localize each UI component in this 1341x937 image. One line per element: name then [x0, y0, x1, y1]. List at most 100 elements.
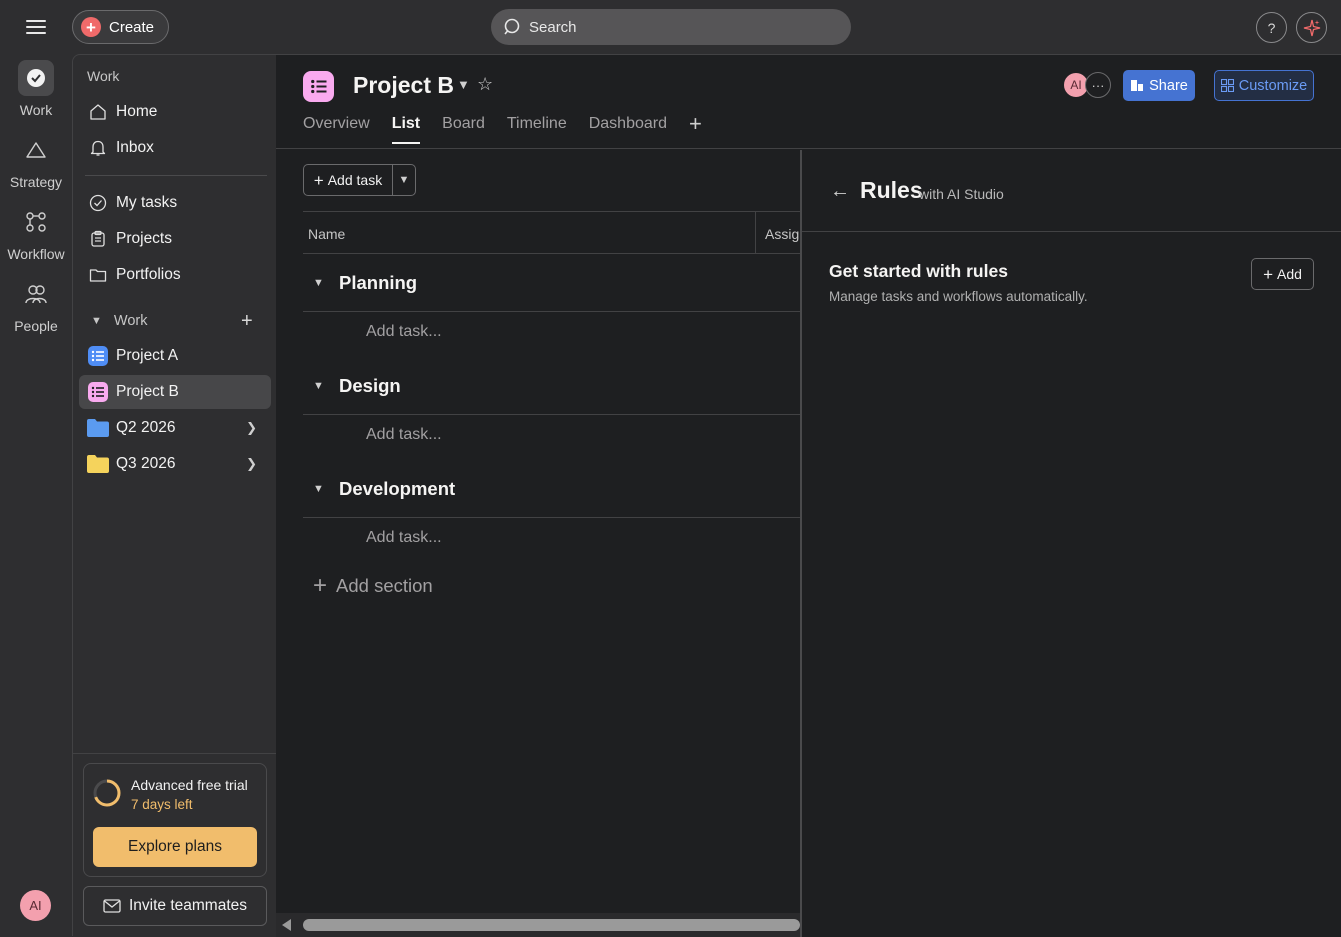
- create-button[interactable]: + Create: [72, 10, 169, 44]
- add-task-inline[interactable]: Add task...: [366, 426, 442, 444]
- grid-icon: [1220, 79, 1234, 92]
- add-tab-button[interactable]: +: [689, 113, 702, 141]
- section-title[interactable]: Planning: [339, 272, 417, 294]
- list-icon: [88, 382, 108, 402]
- sidebar-divider: [73, 753, 277, 754]
- share-button[interactable]: Share: [1123, 70, 1195, 101]
- sidebar-item-inbox[interactable]: Inbox: [79, 131, 271, 165]
- explore-plans-button[interactable]: Explore plans: [93, 827, 257, 867]
- add-project-button[interactable]: +: [241, 311, 253, 331]
- sidebar-item-my-tasks[interactable]: My tasks: [79, 186, 271, 220]
- column-header: Name Assignee: [303, 211, 800, 254]
- folder-outline-icon: [87, 264, 109, 286]
- arrow-left-icon[interactable]: ←: [830, 180, 850, 203]
- caret-down-icon[interactable]: ▼: [313, 380, 324, 392]
- tab-overview[interactable]: Overview: [303, 115, 370, 141]
- sidebar-item-q3-2026[interactable]: Q3 2026 ❯: [79, 447, 271, 481]
- rail-item-people[interactable]: People: [0, 276, 72, 334]
- rail-label: Strategy: [9, 174, 63, 190]
- sidebar-item-project-a[interactable]: Project A: [79, 339, 271, 373]
- rail-item-workflow[interactable]: Workflow: [0, 204, 72, 262]
- sidebar-item-label: Project A: [116, 347, 179, 364]
- section-header[interactable]: ▼ Planning: [303, 254, 800, 312]
- scroll-left-icon[interactable]: [282, 919, 291, 931]
- plus-icon: +: [313, 170, 324, 190]
- scrollbar-thumb[interactable]: [303, 919, 800, 931]
- sidebar-item-home[interactable]: Home: [79, 95, 271, 129]
- clipboard-icon: [87, 228, 109, 250]
- sidebar-item-projects[interactable]: Projects: [79, 222, 271, 256]
- rules-panel: ← Rules with AI Studio Get started with …: [800, 150, 1341, 937]
- people-icon: [18, 276, 54, 312]
- avatar[interactable]: AI: [20, 890, 51, 921]
- sidebar-item-label: Inbox: [116, 139, 154, 156]
- sidebar-item-label: Portfolios: [116, 266, 181, 283]
- chevron-right-icon[interactable]: ❯: [246, 456, 257, 472]
- rail-label: People: [14, 318, 58, 334]
- main-content: Project B ▼ ☆ Overview List Board Timeli…: [276, 54, 1341, 937]
- search-placeholder: Search: [529, 18, 577, 36]
- add-task-inline[interactable]: Add task...: [366, 529, 442, 547]
- star-icon[interactable]: ☆: [477, 74, 493, 95]
- customize-button[interactable]: Customize: [1214, 70, 1314, 101]
- share-icon: [1131, 80, 1144, 91]
- sidebar-item-project-b[interactable]: Project B: [79, 375, 271, 409]
- tab-dashboard[interactable]: Dashboard: [589, 115, 667, 141]
- search-input[interactable]: Search: [491, 9, 851, 45]
- add-task-inline[interactable]: Add task...: [366, 323, 442, 341]
- add-rule-label: Add: [1277, 266, 1302, 282]
- sidebar-item-label: Projects: [116, 230, 172, 247]
- menu-icon[interactable]: [24, 16, 48, 38]
- chevron-right-icon[interactable]: ❯: [246, 420, 257, 436]
- create-label: Create: [109, 18, 155, 36]
- column-assignee[interactable]: Assignee: [765, 226, 800, 242]
- add-section-button[interactable]: + Add section: [313, 574, 433, 598]
- sidebar-item-label: Project B: [116, 383, 179, 400]
- home-icon: [87, 101, 109, 123]
- sparkle-icon: [1303, 19, 1320, 36]
- rail-item-work[interactable]: Work: [0, 60, 72, 118]
- sidebar-item-label: Q2 2026: [116, 419, 176, 436]
- sidebar-item-q2-2026[interactable]: Q2 2026 ❯: [79, 411, 271, 445]
- plus-icon: +: [1263, 264, 1273, 284]
- caret-down-icon[interactable]: ▼: [313, 277, 324, 289]
- rail-item-strategy[interactable]: Strategy: [0, 132, 72, 190]
- customize-label: Customize: [1238, 77, 1308, 94]
- rail-label: Work: [19, 102, 53, 118]
- add-task-button[interactable]: + Add task: [304, 165, 393, 195]
- section-title[interactable]: Development: [339, 478, 455, 500]
- rail-label: Workflow: [7, 246, 65, 262]
- plus-icon: +: [81, 17, 101, 37]
- sidebar-work-section-toggle[interactable]: ▼ Work: [87, 313, 147, 329]
- add-rule-button[interactable]: + Add: [1251, 258, 1314, 290]
- tab-timeline[interactable]: Timeline: [507, 115, 567, 141]
- section-title[interactable]: Design: [339, 375, 401, 397]
- ai-sparkle-button[interactable]: [1296, 12, 1327, 43]
- column-name[interactable]: Name: [308, 226, 345, 242]
- tab-list[interactable]: List: [391, 115, 421, 144]
- triangle-icon: [18, 132, 54, 168]
- workflow-icon: [18, 204, 54, 240]
- horizontal-scrollbar[interactable]: [276, 913, 800, 937]
- chevron-down-icon[interactable]: ▼: [393, 165, 415, 195]
- caret-down-icon: ▼: [91, 315, 102, 327]
- sidebar-item-portfolios[interactable]: Portfolios: [79, 258, 271, 292]
- chevron-down-icon[interactable]: ▼: [457, 77, 470, 92]
- search-icon: [504, 18, 520, 35]
- check-circle-icon: [87, 192, 109, 214]
- caret-down-icon[interactable]: ▼: [313, 483, 324, 495]
- more-members-button[interactable]: ···: [1085, 72, 1111, 98]
- trial-days-left: 7 days left: [131, 797, 193, 812]
- tab-board[interactable]: Board: [442, 115, 485, 141]
- sidebar-item-label: My tasks: [116, 194, 178, 211]
- column-divider[interactable]: [755, 212, 756, 254]
- list-icon: [88, 346, 108, 366]
- help-button[interactable]: ?: [1256, 12, 1287, 43]
- invite-teammates-button[interactable]: Invite teammates: [83, 886, 267, 926]
- trial-title: Advanced free trial: [131, 777, 248, 793]
- section-header[interactable]: ▼ Development: [303, 460, 800, 518]
- bell-icon: [87, 137, 109, 159]
- share-label: Share: [1149, 77, 1188, 94]
- sidebar-divider: [85, 175, 267, 176]
- section-header[interactable]: ▼ Design: [303, 357, 800, 415]
